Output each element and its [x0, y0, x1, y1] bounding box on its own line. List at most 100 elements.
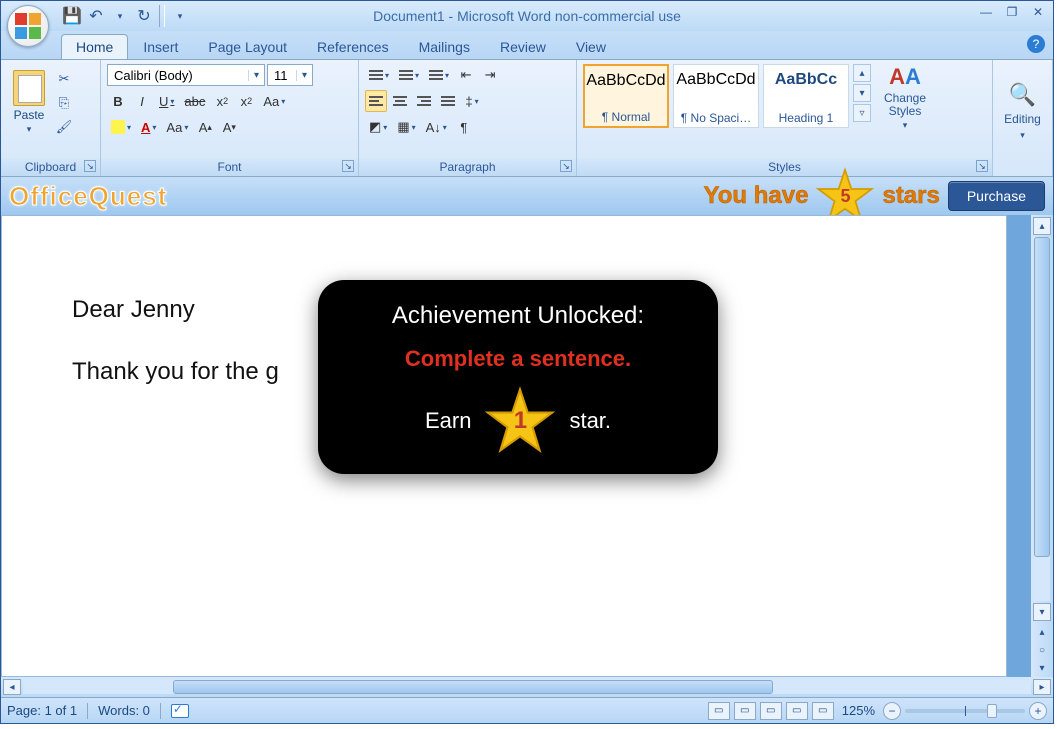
style-normal[interactable]: AaBbCcDd ¶ Normal — [583, 64, 669, 128]
hscroll-track[interactable] — [23, 680, 1031, 694]
view-print-layout-icon[interactable]: ▭ — [708, 702, 730, 720]
status-words[interactable]: Words: 0 — [98, 703, 150, 718]
font-color-button[interactable]: A — [137, 116, 160, 138]
next-page-icon[interactable]: ▾ — [1035, 661, 1049, 675]
gallery-up-icon[interactable]: ▴ — [853, 64, 871, 82]
tab-page-layout[interactable]: Page Layout — [193, 34, 302, 59]
paragraph-launcher-icon[interactable]: ↘ — [560, 160, 572, 172]
grow-font-button[interactable]: A▴ — [194, 116, 216, 138]
scroll-thumb[interactable] — [1034, 237, 1050, 557]
shading-button[interactable]: ◩ — [365, 116, 391, 138]
multilevel-button[interactable] — [425, 64, 453, 86]
style-heading-1[interactable]: AaBbCc Heading 1 — [763, 64, 849, 128]
borders-button[interactable]: ▦ — [393, 116, 419, 138]
paste-button[interactable]: Paste ▾ — [7, 64, 51, 140]
horizontal-scrollbar[interactable]: ◂ ▸ — [1, 677, 1053, 697]
status-sep — [160, 703, 161, 719]
superscript-button[interactable]: x2 — [235, 90, 257, 112]
paste-icon — [13, 70, 45, 106]
font-launcher-icon[interactable]: ↘ — [342, 160, 354, 172]
shrink-font-button[interactable]: A▾ — [218, 116, 240, 138]
undo-icon[interactable]: ↶ — [85, 5, 107, 27]
align-justify-button[interactable] — [437, 90, 459, 112]
tab-references[interactable]: References — [302, 34, 404, 59]
indent-decrease-button[interactable]: ⇤ — [455, 64, 477, 86]
vertical-scrollbar[interactable]: ▴ ▾ ▴ ○ ▾ — [1031, 215, 1053, 677]
copy-icon[interactable]: ⎘ — [53, 92, 75, 114]
quick-access-toolbar: 💾 ↶ ▾ ↻ ▾ — [61, 1, 191, 31]
tab-review[interactable]: Review — [485, 34, 561, 59]
tab-view[interactable]: View — [561, 34, 621, 59]
save-icon[interactable]: 💾 — [61, 5, 83, 27]
zoom-slider[interactable] — [905, 709, 1025, 713]
restore-button[interactable]: ❐ — [1001, 3, 1023, 21]
scroll-up-icon[interactable]: ▴ — [1033, 217, 1051, 235]
status-page[interactable]: Page: 1 of 1 — [7, 703, 77, 718]
line-spacing-button[interactable]: ‡ — [461, 90, 483, 112]
chevron-down-icon: ▾ — [248, 70, 264, 81]
change-styles-label: Change Styles — [875, 92, 935, 118]
gallery-down-icon[interactable]: ▾ — [853, 84, 871, 102]
view-fullscreen-icon[interactable]: ▭ — [734, 702, 756, 720]
view-draft-icon[interactable]: ▭ — [812, 702, 834, 720]
change-styles-button[interactable]: AA Change Styles ▾ — [875, 64, 935, 131]
group-editing: 🔍 Editing ▾ . — [993, 60, 1053, 176]
scroll-right-icon[interactable]: ▸ — [1033, 679, 1051, 695]
underline-button[interactable]: U — [155, 90, 178, 112]
hscroll-thumb[interactable] — [173, 680, 773, 694]
group-clipboard: Paste ▾ ✂ ⎘ 🖌 Clipboard↘ — [1, 60, 101, 176]
help-icon[interactable]: ? — [1027, 35, 1045, 53]
zoom-value[interactable]: 125% — [842, 703, 875, 718]
undo-more-icon[interactable]: ▾ — [109, 5, 131, 27]
numbering-button[interactable] — [395, 64, 423, 86]
browse-object-icon[interactable]: ○ — [1035, 643, 1049, 657]
close-button[interactable]: ✕ — [1027, 3, 1049, 21]
bullets-button[interactable] — [365, 64, 393, 86]
style-sample: AaBbCcDd — [676, 71, 755, 89]
tab-insert[interactable]: Insert — [128, 34, 193, 59]
italic-button[interactable]: I — [131, 90, 153, 112]
prev-page-icon[interactable]: ▴ — [1035, 625, 1049, 639]
zoom-knob[interactable] — [987, 704, 997, 718]
zoom-out-button[interactable]: − — [883, 702, 901, 720]
purchase-button[interactable]: Purchase — [948, 181, 1045, 211]
tab-mailings[interactable]: Mailings — [404, 34, 485, 59]
window-controls: — ❐ ✕ — [975, 3, 1049, 21]
zoom-in-button[interactable]: + — [1029, 702, 1047, 720]
office-button[interactable] — [7, 5, 49, 47]
text-effects-button[interactable]: Aa — [162, 116, 192, 138]
bold-button[interactable]: B — [107, 90, 129, 112]
sort-button[interactable]: A↓ — [422, 116, 451, 138]
redo-icon[interactable]: ↻ — [133, 5, 155, 27]
spellcheck-icon[interactable] — [171, 704, 189, 718]
indent-increase-button[interactable]: ⇥ — [479, 64, 501, 86]
styles-launcher-icon[interactable]: ↘ — [976, 160, 988, 172]
highlight-button[interactable] — [107, 116, 135, 138]
style-no-spacing[interactable]: AaBbCcDd ¶ No Spaci… — [673, 64, 759, 128]
show-marks-button[interactable]: ¶ — [453, 116, 475, 138]
change-case-button[interactable]: Aa — [259, 90, 289, 112]
tab-home[interactable]: Home — [61, 34, 128, 59]
view-outline-icon[interactable]: ▭ — [786, 702, 808, 720]
strike-button[interactable]: abc — [180, 90, 209, 112]
format-painter-icon[interactable]: 🖌 — [53, 116, 75, 138]
view-web-icon[interactable]: ▭ — [760, 702, 782, 720]
find-icon[interactable]: 🔍 — [1009, 82, 1036, 108]
scroll-left-icon[interactable]: ◂ — [3, 679, 21, 695]
achievement-task: Complete a sentence. — [342, 346, 694, 372]
align-right-button[interactable] — [413, 90, 435, 112]
scroll-down-icon[interactable]: ▾ — [1033, 603, 1051, 621]
font-name-combo[interactable]: Calibri (Body)▾ — [107, 64, 265, 86]
gallery-expand-icon[interactable]: ▿ — [853, 104, 871, 122]
clipboard-launcher-icon[interactable]: ↘ — [84, 160, 96, 172]
qat-customize-icon[interactable]: ▾ — [169, 5, 191, 27]
align-left-button[interactable] — [365, 90, 387, 112]
minimize-button[interactable]: — — [975, 3, 997, 21]
subscript-button[interactable]: x2 — [211, 90, 233, 112]
align-left-icon — [369, 96, 383, 106]
scroll-track[interactable] — [1034, 237, 1050, 601]
cut-icon[interactable]: ✂ — [53, 68, 75, 90]
align-center-button[interactable] — [389, 90, 411, 112]
font-size-combo[interactable]: 11▾ — [267, 64, 313, 86]
group-label-font: Font↘ — [101, 158, 358, 176]
